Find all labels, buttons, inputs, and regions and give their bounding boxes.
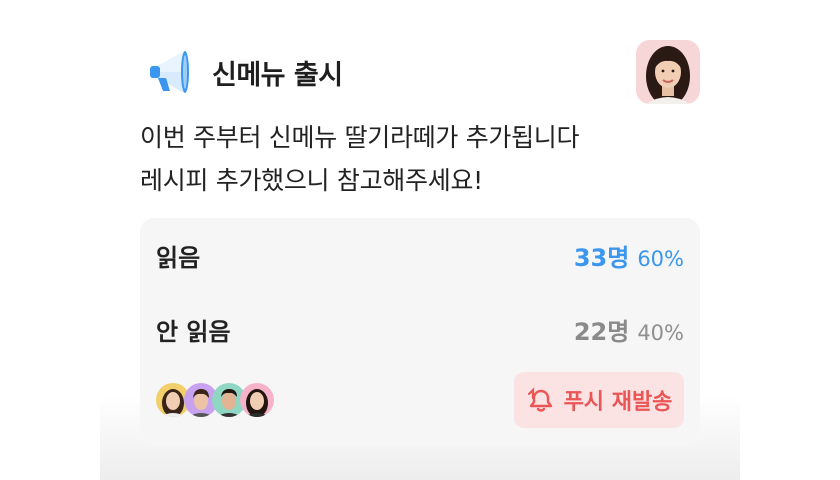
notice-header: 신메뉴 출시 (140, 40, 700, 104)
read-count: 33명 (573, 243, 630, 272)
author-avatar-image (636, 40, 700, 104)
avatar (240, 383, 274, 417)
read-percent: 60% (637, 246, 684, 271)
push-resend-label: 푸시 재발송 (563, 390, 673, 415)
member-avatar-group[interactable] (156, 383, 274, 417)
read-label: 읽음 (156, 243, 201, 272)
read-row[interactable]: 읽음 33명 60% (156, 218, 684, 292)
unread-percent: 40% (637, 320, 684, 345)
unread-label: 안 읽음 (156, 317, 231, 346)
push-resend-button[interactable]: 푸시 재발송 (514, 372, 684, 428)
megaphone-icon (150, 51, 189, 93)
notice-card: 신메뉴 출시 이번 주부터 신메뉴 딸기라떼가 추가됩니다 레시피 추가했으니 … (140, 40, 700, 446)
notice-message: 이번 주부터 신메뉴 딸기라떼가 추가됩니다 레시피 추가했으니 참고해주세요! (140, 123, 580, 195)
author-avatar[interactable] (636, 40, 700, 104)
unread-row[interactable]: 안 읽음 22명 40% (156, 292, 684, 366)
read-values: 33명 60% (574, 238, 684, 273)
push-resend-icon (527, 387, 552, 412)
unread-count: 22명 (573, 317, 630, 346)
read-stats-panel: 읽음 33명 60% 안 읽음 22명 40% 푸시 재발송 (140, 218, 700, 446)
stats-footer: 푸시 재발송 (156, 366, 684, 434)
notice-title: 신메뉴 출시 (212, 59, 343, 91)
unread-values: 22명 40% (574, 312, 684, 347)
